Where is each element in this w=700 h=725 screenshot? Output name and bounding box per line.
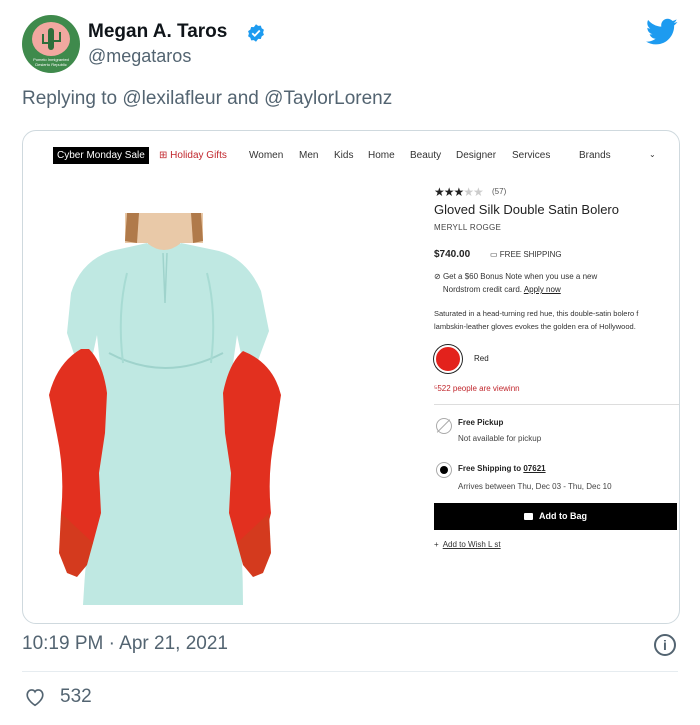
shipping-radio[interactable] (436, 462, 452, 478)
product-description: Saturated in a head-turning red hue, thi… (434, 307, 679, 333)
nav-kids: Kids (334, 150, 354, 161)
reply-prefix: Replying to (22, 88, 123, 109)
cactus-icon (42, 28, 61, 50)
pickup-title: Free Pickup (458, 418, 504, 427)
pickup-note: Not available for pickup (458, 434, 542, 443)
bag-icon (524, 513, 533, 520)
nav-holiday-gifts-label: Holiday Gifts (170, 150, 227, 161)
display-name[interactable]: Megan A. Taros (88, 21, 227, 43)
pickup-radio[interactable] (436, 418, 452, 434)
product-brand[interactable]: MERYLL ROGGE (434, 223, 501, 232)
star-rating-icon: ★★★★★ (434, 185, 484, 199)
plus-icon: + (434, 540, 439, 549)
color-swatch-red[interactable] (434, 345, 462, 373)
arrival-window: Arrives between Thu, Dec 03 - Thu, Dec 1… (458, 482, 612, 491)
user-handle[interactable]: @megataros (88, 46, 191, 67)
nav-women: Women (249, 150, 284, 161)
store-nav: Cyber Monday Sale ⊞ Holiday Gifts Women … (23, 147, 679, 167)
ship-to: Free Shipping to 07621 (458, 464, 546, 473)
mention-lexilafleur[interactable]: @lexilafleur (122, 88, 222, 109)
media-image[interactable]: Cyber Monday Sale ⊞ Holiday Gifts Women … (22, 130, 680, 624)
add-to-bag-button[interactable]: Add to Bag (434, 503, 677, 530)
desc-line-1: Saturated in a head-turning red hue, thi… (434, 309, 639, 318)
add-to-bag-label: Add to Bag (539, 511, 587, 521)
nav-holiday-gifts: ⊞ Holiday Gifts (159, 150, 227, 161)
note-icon: ⊘ (434, 272, 443, 281)
avatar[interactable]: Pomelo Inmigranted Desierto Republic (22, 15, 80, 73)
viewers-count: ⁵522 people are viewinn (434, 384, 520, 393)
desc-line-2: lambskin-leather gloves evokes the golde… (434, 322, 636, 331)
nav-men: Men (299, 150, 319, 161)
nav-home: Home (368, 150, 395, 161)
product-title: Gloved Silk Double Satin Bolero (434, 202, 619, 217)
nav-designer: Designer (456, 150, 497, 161)
chevron-icon: ⌄ (649, 150, 656, 159)
nav-beauty: Beauty (410, 150, 442, 161)
divider (434, 404, 679, 405)
info-icon[interactable]: i (654, 634, 676, 656)
zip-link[interactable]: 07621 (523, 464, 545, 473)
rating-count[interactable]: (57) (492, 187, 506, 196)
tweet-timestamp[interactable]: 10:19 PM · Apr 21, 2021 (22, 633, 228, 655)
verified-badge-icon (248, 24, 264, 42)
reply-and: and (221, 88, 265, 109)
nav-brands: Brands (579, 150, 611, 161)
nav-cyber-monday-sale: Cyber Monday Sale (53, 147, 149, 164)
mention-taylorlorenz[interactable]: @TaylorLorenz (264, 88, 392, 109)
bonus-note: ⊘ Get a $60 Bonus Note when you use a ne… (434, 270, 597, 296)
bonus-line-2: Nordstrom credit card. (442, 285, 523, 294)
truck-icon: ▭ (490, 250, 500, 259)
gift-icon: ⊞ (159, 150, 171, 161)
free-shipping-label: FREE SHIPPING (499, 250, 562, 259)
ship-to-label: Free Shipping to (458, 464, 524, 473)
like-count: 532 (60, 686, 92, 707)
color-name: Red (474, 354, 489, 363)
free-shipping: ▭ FREE SHIPPING (490, 250, 562, 259)
apply-now-link[interactable]: Apply now (524, 285, 561, 294)
replying-to: Replying to @lexilafleur and @TaylorLore… (22, 88, 392, 110)
nav-services: Services (512, 150, 551, 161)
bonus-line-1: Get a $60 Bonus Note when you use a new (442, 272, 598, 281)
heart-icon[interactable] (24, 686, 46, 708)
add-to-wish-list[interactable]: + Add to Wish L st (434, 540, 501, 549)
product-price: $740.00 (434, 249, 471, 260)
wish-list-label: Add to Wish L st (442, 540, 501, 549)
divider (22, 671, 678, 672)
twitter-bird-icon[interactable] (646, 18, 678, 46)
avatar-text: Pomelo Inmigranted Desierto Republic (33, 57, 69, 67)
product-photo (49, 213, 281, 605)
